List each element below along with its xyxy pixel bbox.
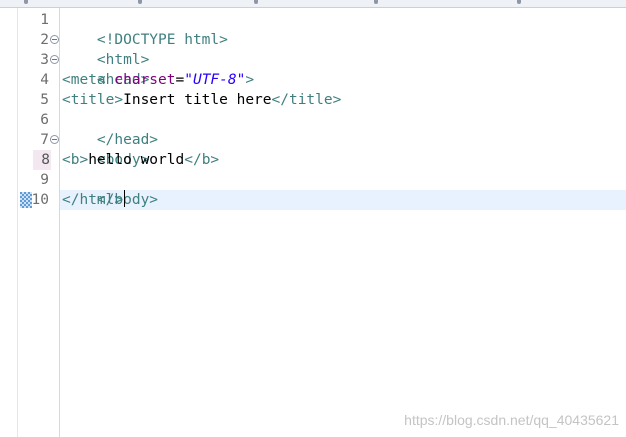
tab-marker bbox=[254, 0, 258, 4]
line-number-label: 4 bbox=[40, 72, 49, 88]
tab-marker bbox=[24, 0, 28, 4]
tab-marker bbox=[374, 0, 378, 4]
fold-collapse-icon[interactable] bbox=[50, 135, 59, 144]
line-number-label: 9 bbox=[40, 172, 49, 188]
line-number-4: 4 bbox=[18, 70, 59, 90]
code-line-9[interactable]: </body> bbox=[62, 170, 158, 208]
line-number-label: 6 bbox=[40, 112, 49, 128]
line-number-3: 3 bbox=[18, 50, 59, 70]
line-number-label: 10 bbox=[31, 192, 49, 208]
code-line-3[interactable]: <head> bbox=[62, 50, 149, 88]
b-open-tag: <b> bbox=[62, 152, 89, 168]
title-close-tag: </title> bbox=[271, 92, 342, 108]
line-number-7: 7 bbox=[18, 130, 59, 150]
line-number-label: 7 bbox=[40, 132, 49, 148]
charset-attribute: charset bbox=[114, 72, 176, 88]
code-editor[interactable]: 1 2 3 4 5 6 7 8 9 10 <!DOCTYPE html> <ht… bbox=[0, 0, 626, 437]
html-close-tag: </html> bbox=[62, 192, 124, 208]
line-number-1: 1 bbox=[18, 10, 59, 30]
line-number-5: 5 bbox=[18, 90, 59, 110]
meta-tag-close: > bbox=[245, 72, 255, 88]
code-line-10[interactable]: </html> bbox=[62, 190, 126, 210]
tab-marker bbox=[138, 0, 142, 4]
code-line-7[interactable]: <body> bbox=[62, 130, 149, 168]
charset-value: "UTF-8" bbox=[184, 72, 246, 88]
code-line-2[interactable]: <html> bbox=[62, 30, 149, 68]
code-line-8[interactable]: <b>hello world</b> bbox=[62, 150, 219, 170]
overview-ruler[interactable] bbox=[0, 8, 18, 437]
code-line-6[interactable]: </head> bbox=[62, 110, 158, 148]
text-cursor bbox=[124, 190, 126, 207]
bold-text: hello world bbox=[88, 152, 185, 168]
watermark-text: https://blog.csdn.net/qq_40435621 bbox=[404, 412, 619, 428]
b-close-tag: </b> bbox=[184, 152, 220, 168]
editor-tab-strip bbox=[0, 0, 626, 8]
tab-marker bbox=[517, 0, 521, 4]
line-number-6: 6 bbox=[18, 110, 59, 130]
line-number-2: 2 bbox=[18, 30, 59, 50]
code-line-4[interactable]: <meta charset="UTF-8"> bbox=[62, 70, 254, 90]
title-text: Insert title here bbox=[123, 92, 272, 108]
line-number-10: 10 bbox=[18, 190, 59, 210]
line-number-9: 9 bbox=[18, 170, 59, 190]
gutter-divider bbox=[59, 8, 60, 437]
line-number-label: 1 bbox=[40, 12, 49, 28]
line-number-label: 2 bbox=[40, 32, 49, 48]
code-line-1[interactable]: <!DOCTYPE html> bbox=[62, 10, 228, 48]
line-number-label: 3 bbox=[40, 52, 49, 68]
meta-tag-open: <meta bbox=[62, 72, 115, 88]
line-number-label: 8 bbox=[41, 152, 50, 168]
title-open-tag: <title> bbox=[62, 92, 124, 108]
fold-collapse-icon[interactable] bbox=[50, 55, 59, 64]
code-line-5[interactable]: <title>Insert title here</title> bbox=[62, 90, 341, 110]
line-number-label: 5 bbox=[40, 92, 49, 108]
equals-sign: = bbox=[175, 72, 185, 88]
line-number-8: 8 bbox=[33, 150, 51, 170]
fold-collapse-icon[interactable] bbox=[50, 35, 59, 44]
